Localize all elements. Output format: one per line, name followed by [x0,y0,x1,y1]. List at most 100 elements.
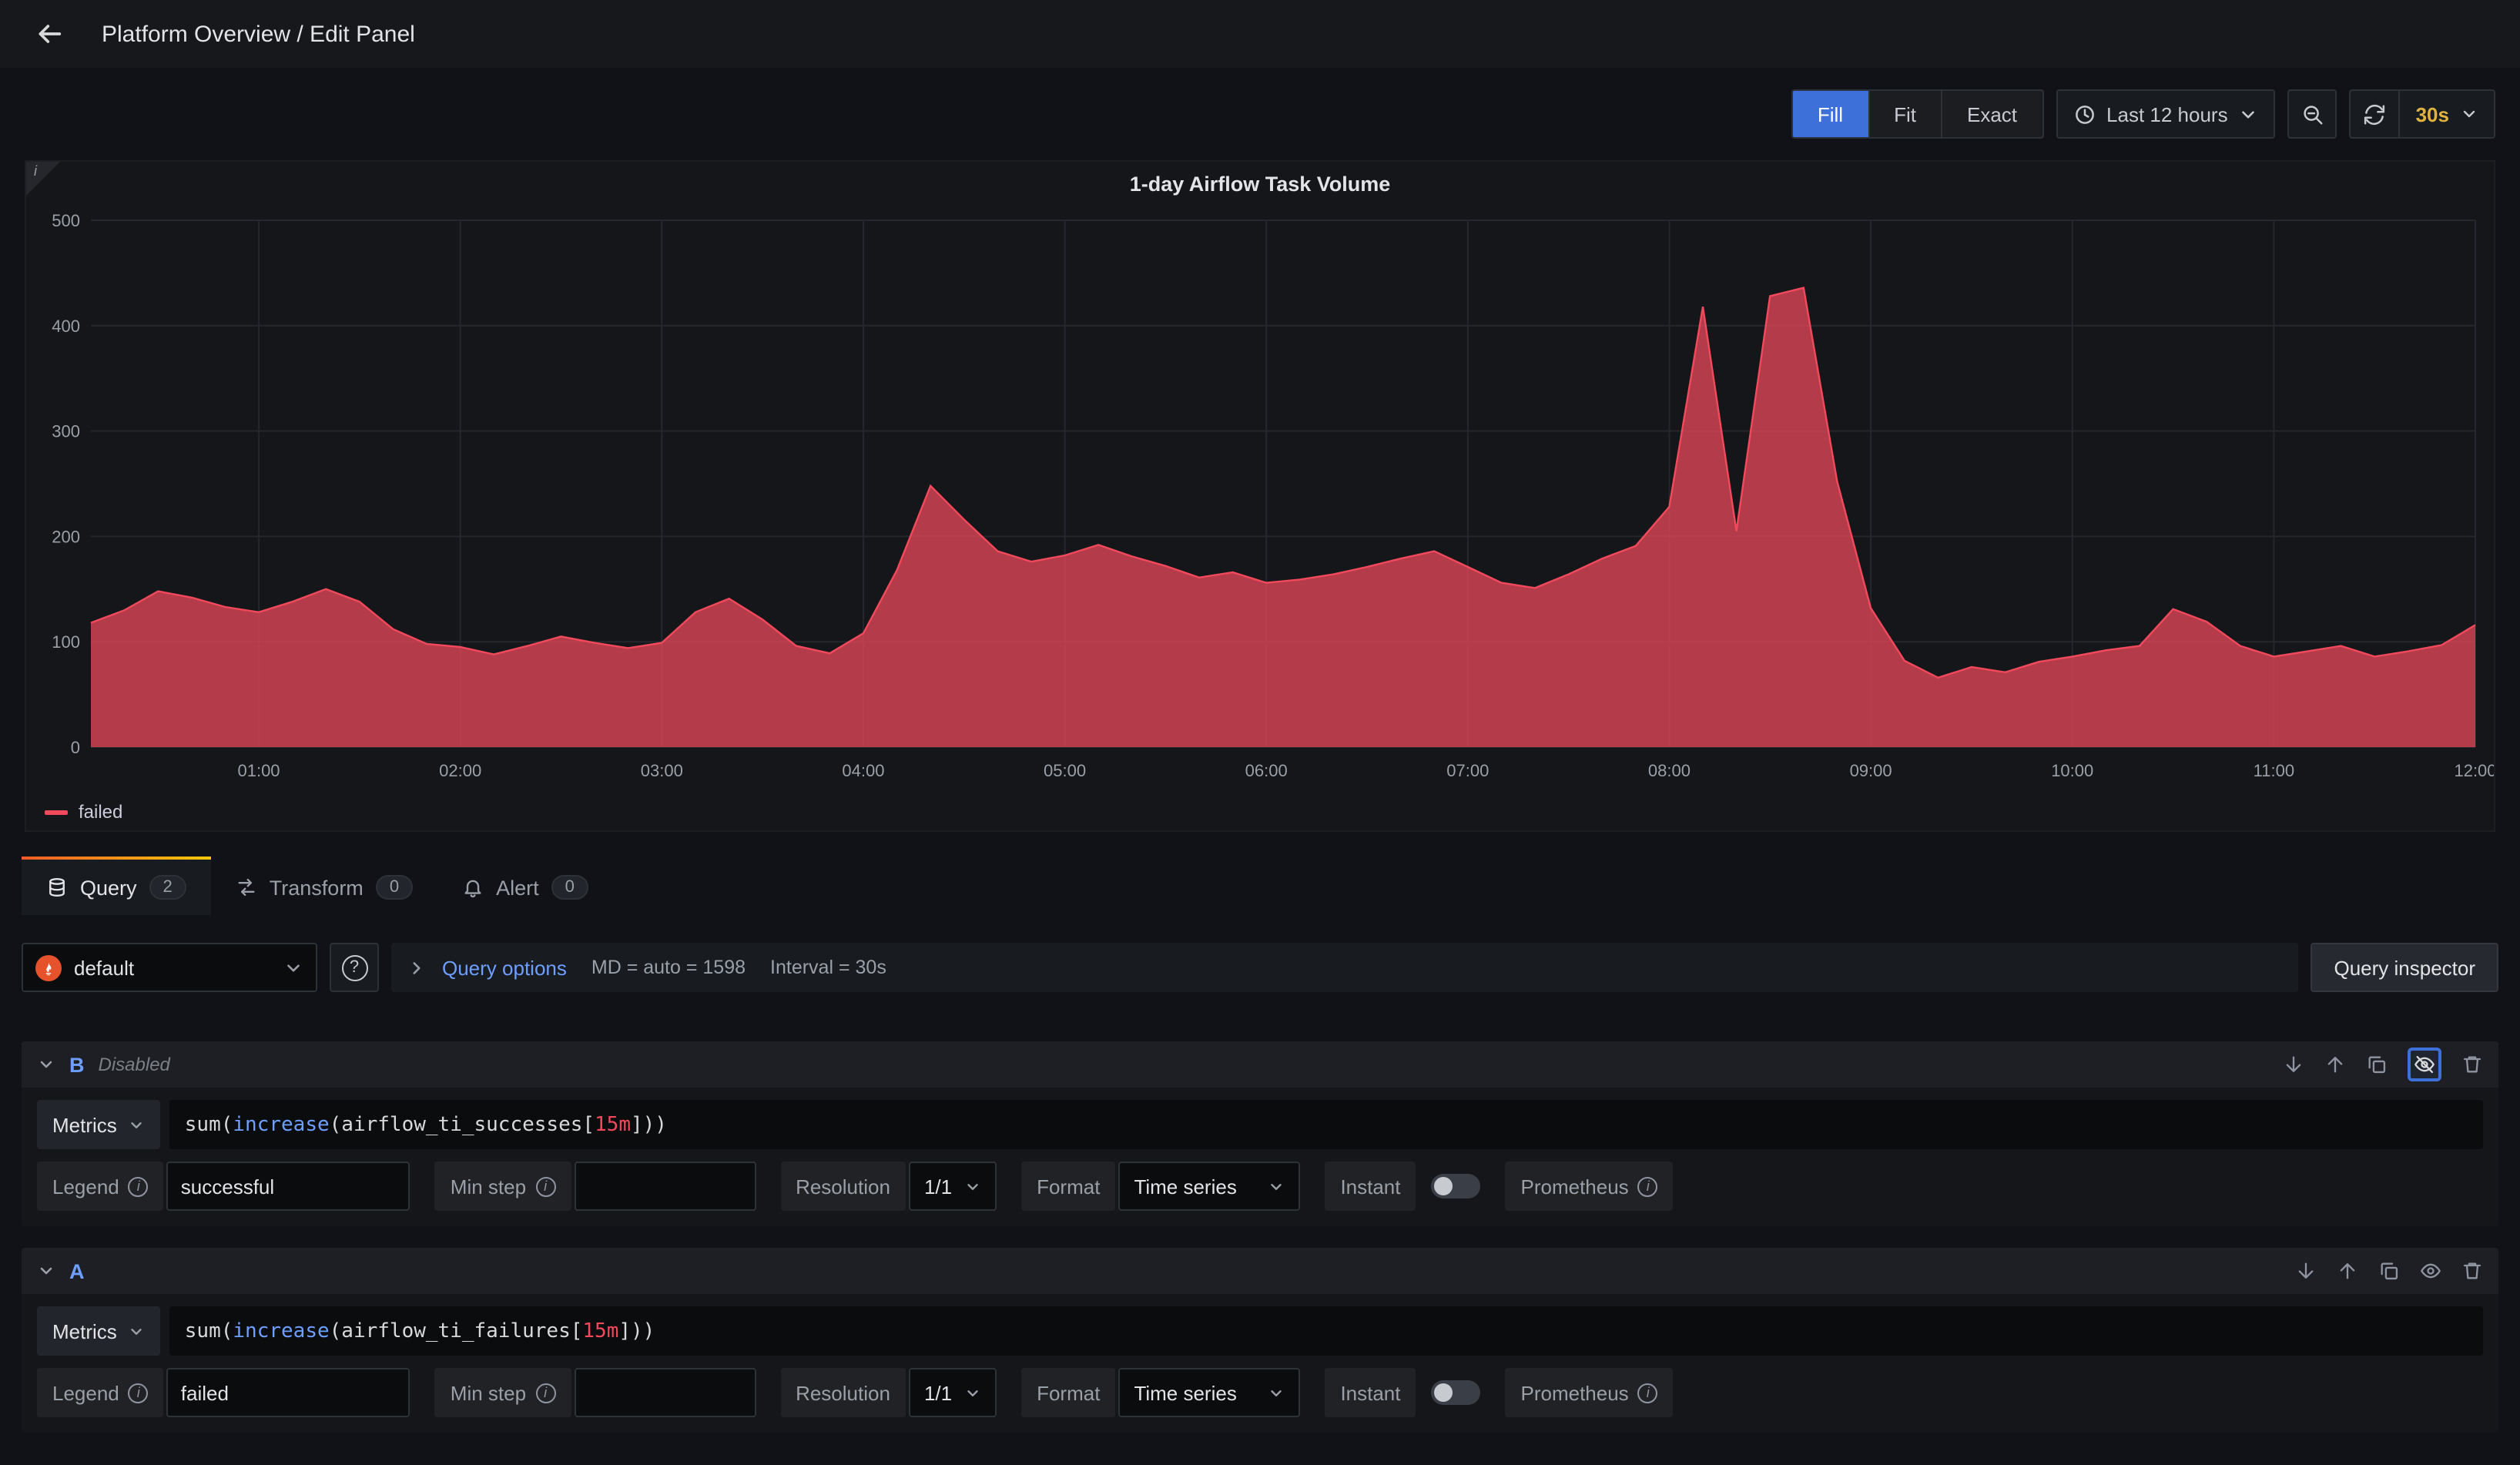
chevron-down-icon [283,957,303,977]
delete-query-button[interactable] [2461,1054,2483,1075]
tab-alert[interactable]: Alert 0 [437,857,613,915]
chevron-down-icon [964,1384,981,1401]
query-a-header[interactable]: A [22,1248,2498,1294]
svg-text:05:00: 05:00 [1044,761,1086,780]
query-b-actions [2283,1048,2483,1081]
query-a-editor: Metrics sum(increase(airflow_ti_failures… [22,1294,2498,1433]
svg-text:300: 300 [52,422,80,441]
query-options-toggle[interactable]: Query options [442,956,567,979]
legend-input[interactable] [167,1162,411,1211]
query-status-label: Disabled [99,1054,170,1075]
tab-transform[interactable]: Transform 0 [211,857,437,915]
disable-query-button[interactable] [2408,1048,2441,1081]
disable-query-button[interactable] [2420,1260,2441,1282]
chevron-down-icon[interactable] [37,1262,55,1280]
min-step-input[interactable] [574,1162,756,1211]
refresh-interval-picker[interactable]: 30s [2399,89,2495,139]
legend-input[interactable] [167,1368,411,1417]
metrics-dropdown[interactable]: Metrics [37,1100,160,1149]
resolution-select[interactable]: 1/1 [909,1162,997,1211]
svg-text:04:00: 04:00 [842,761,884,780]
svg-text:08:00: 08:00 [1648,761,1691,780]
zoom-out-icon [2301,102,2324,126]
prometheus-icon [35,954,62,981]
query-row-a: A Metrics sum(increase(airflow_ti_failur… [22,1248,2498,1433]
promql-expression-b[interactable]: sum(increase(airflow_ti_successes[15m])) [169,1100,2483,1149]
instant-option-label: Instant [1325,1162,1416,1211]
fit-mode-fill-button[interactable]: Fill [1793,91,1869,137]
query-ref-id: A [69,1259,85,1282]
format-select[interactable]: Time series [1118,1162,1300,1211]
zoom-out-button[interactable] [2288,89,2337,139]
query-inspector-button[interactable]: Query inspector [2311,943,2498,992]
expr-part: ])) [618,1319,655,1343]
min-step-option-label: Min stepi [435,1162,571,1211]
clock-icon [2073,102,2096,126]
tab-alert-count: 0 [551,875,588,900]
svg-text:07:00: 07:00 [1446,761,1489,780]
legend-option-label: Legendi [37,1368,164,1417]
duplicate-query-button[interactable] [2378,1260,2400,1282]
fit-mode-exact-button[interactable]: Exact [1942,91,2042,137]
refresh-button[interactable] [2350,89,2399,139]
tab-query[interactable]: Query 2 [22,857,211,915]
move-query-down-button[interactable] [2295,1260,2317,1282]
delete-query-button[interactable] [2461,1260,2483,1282]
chevron-down-icon [2460,105,2478,123]
back-button[interactable] [25,9,74,59]
resolution-select[interactable]: 1/1 [909,1368,997,1417]
duplicate-query-button[interactable] [2366,1054,2388,1075]
chevron-down-icon [128,1323,145,1339]
datasource-name: default [74,956,271,979]
info-icon: i [535,1383,555,1403]
info-icon: i [1638,1383,1658,1403]
move-query-up-button[interactable] [2337,1260,2358,1282]
prometheus-option-label: Prometheusi [1506,1162,1674,1211]
instant-option-label: Instant [1325,1368,1416,1417]
min-step-option-label: Min stepi [435,1368,571,1417]
svg-text:12:00: 12:00 [2454,761,2494,780]
chevron-down-icon [2239,104,2259,124]
time-range-picker[interactable]: Last 12 hours [2056,89,2276,139]
datasource-picker[interactable]: default [22,943,317,992]
page-title: Platform Overview / Edit Panel [102,21,415,47]
resolution-option-label: Resolution [780,1368,906,1417]
legend-swatch [45,810,68,814]
chevron-down-icon [128,1116,145,1133]
refresh-interval-label: 30s [2416,102,2449,126]
datasource-help-button[interactable]: ? [330,943,379,992]
query-a-actions [2295,1260,2483,1282]
svg-text:11:00: 11:00 [2254,761,2294,780]
info-icon: i [129,1176,149,1196]
x-axis-labels: 01:0002:0003:0004:0005:0006:0007:0008:00… [237,761,2494,780]
promql-expression-a[interactable]: sum(increase(airflow_ti_failures[15m])) [169,1306,2483,1356]
fit-mode-group: Fill Fit Exact [1791,89,2043,139]
panel-toolbar: Fill Fit Exact Last 12 hours 30s [25,89,2495,139]
instant-toggle[interactable] [1432,1380,1481,1405]
panel-preview: i 1-day Airflow Task Volume 010020030040… [25,160,2495,832]
top-bar: Platform Overview / Edit Panel [0,0,2520,68]
svg-text:0: 0 [71,738,80,757]
metrics-dropdown[interactable]: Metrics [37,1306,160,1356]
legend-series-label: failed [79,801,122,823]
query-b-header[interactable]: B Disabled [22,1041,2498,1088]
time-series-chart[interactable]: 010020030040050001:0002:0003:0004:0005:0… [26,205,2494,793]
min-step-input[interactable] [574,1368,756,1417]
panel-info-icon: i [34,163,37,179]
fit-mode-fit-button[interactable]: Fit [1869,91,1942,137]
interval-text: Interval = 30s [770,957,886,978]
svg-text:09:00: 09:00 [1850,761,1892,780]
query-b-editor: Metrics sum(increase(airflow_ti_successe… [22,1088,2498,1226]
panel-info-corner[interactable] [26,162,60,196]
move-query-down-button[interactable] [2283,1054,2304,1075]
refresh-icon [2364,102,2387,126]
instant-toggle[interactable] [1432,1174,1481,1198]
chevron-right-icon[interactable] [407,957,427,977]
svg-text:06:00: 06:00 [1245,761,1288,780]
move-query-up-button[interactable] [2324,1054,2346,1075]
chevron-down-icon[interactable] [37,1055,55,1074]
legend-option-label: Legendi [37,1162,164,1211]
chart-legend[interactable]: failed [26,793,2494,830]
format-value: Time series [1134,1381,1236,1404]
format-select[interactable]: Time series [1118,1368,1300,1417]
